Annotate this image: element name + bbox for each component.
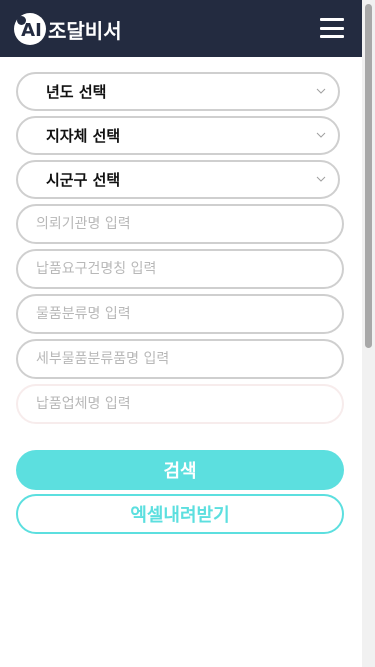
detailed-item-category-field [16,339,344,379]
scrollbar-thumb[interactable] [365,4,372,348]
requesting-agency-input[interactable] [18,206,342,242]
chevron-down-icon [316,132,326,138]
logo-dot [17,16,26,25]
supplier-name-field [16,384,344,424]
logo-mark: AI [14,13,46,45]
search-button[interactable]: 검색 [16,450,344,490]
detailed-item-category-input[interactable] [18,341,342,377]
district-select-label: 시군구 선택 [46,171,121,189]
chevron-down-icon [316,88,326,94]
year-select-label: 년도 선택 [46,83,107,101]
app-header: AI 조달비서 [0,0,362,57]
hamburger-line [320,35,344,38]
search-form: 년도 선택 지자체 선택 시군구 선택 [16,72,344,429]
year-select[interactable]: 년도 선택 [16,72,340,111]
district-select[interactable]: 시군구 선택 [16,160,340,199]
hamburger-icon[interactable] [320,18,344,38]
supplier-name-input[interactable] [18,386,342,422]
excel-download-button[interactable]: 엑셀내려받기 [16,494,344,534]
scrollbar-track[interactable] [362,0,375,667]
delivery-request-title-input[interactable] [18,251,342,287]
chevron-down-icon [316,176,326,182]
logo-text: 조달비서 [48,18,122,43]
requesting-agency-field [16,204,344,244]
municipality-select-label: 지자체 선택 [46,127,121,145]
hamburger-line [320,26,344,30]
logo[interactable]: AI 조달비서 [14,12,122,46]
delivery-request-title-field [16,249,344,289]
hamburger-line [320,18,344,21]
item-category-input[interactable] [18,296,342,332]
item-category-field [16,294,344,334]
municipality-select[interactable]: 지자체 선택 [16,116,340,155]
